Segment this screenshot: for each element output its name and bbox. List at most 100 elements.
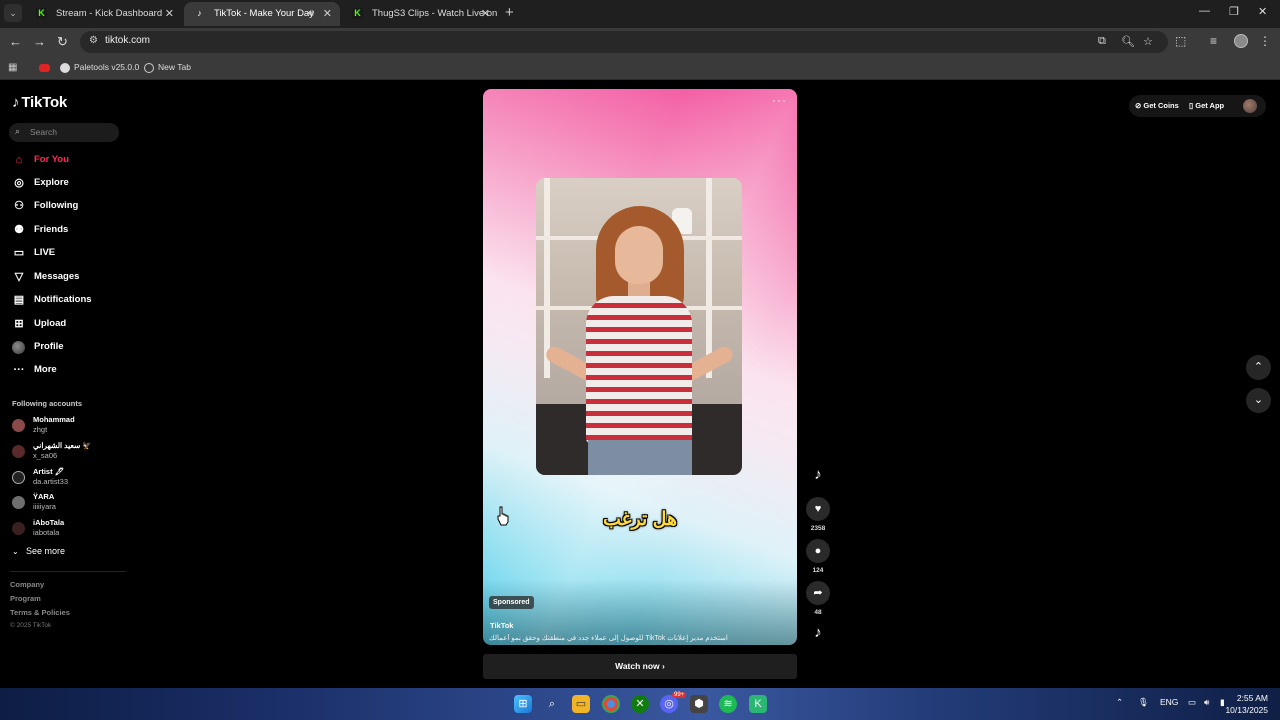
- battery-icon[interactable]: ▮: [1220, 697, 1225, 708]
- tab-tiktok[interactable]: ♪ TikTok - Make Your Day 🔊︎ ✕: [184, 2, 340, 26]
- apps-grid-icon[interactable]: ▦: [8, 62, 17, 73]
- browser-profile-avatar[interactable]: [1234, 34, 1248, 48]
- get-app-button[interactable]: ▯ Get App: [1189, 99, 1224, 113]
- bookmark-star-icon[interactable]: ☆: [1143, 35, 1153, 48]
- previous-video-button[interactable]: ⌃: [1246, 355, 1271, 380]
- site-info-icon[interactable]: ⚙: [89, 35, 98, 46]
- nav-label: Notifications: [34, 294, 92, 305]
- tiktok-page: ♪ TikTok ⌕ Search ⌂ For You ◎ Explore ⚇ Foll…: [0, 81, 1280, 688]
- close-icon[interactable]: ✕: [481, 2, 490, 26]
- chevron-right-icon: ›: [662, 661, 665, 671]
- zoom-icon[interactable]: 🔍︎: [1121, 35, 1135, 48]
- more-icon: ···: [13, 364, 25, 376]
- microphone-icon[interactable]: 🎙︎: [1138, 697, 1149, 708]
- video-more-options-icon[interactable]: ···: [772, 93, 787, 107]
- see-more-label: See more: [26, 546, 66, 556]
- app-cube-icon[interactable]: ⬢: [690, 695, 708, 713]
- following-account[interactable]: iAboTala iabotala: [12, 518, 122, 540]
- comment-button[interactable]: ●: [806, 539, 830, 563]
- nav-label: Profile: [34, 341, 64, 352]
- clock-time: 2:55 AM: [1236, 693, 1268, 703]
- following-account[interactable]: سعيد الشهراني 🦅 x_sa06: [12, 441, 122, 463]
- chrome-icon[interactable]: [602, 695, 620, 713]
- get-coins-button[interactable]: ⊘ Get Coins: [1135, 99, 1179, 113]
- minimize-icon[interactable]: —: [1199, 5, 1210, 17]
- notifications-icon: ▤: [13, 294, 25, 306]
- tiktok-logo[interactable]: ♪ TikTok: [12, 94, 67, 111]
- search-box[interactable]: ⌕ Search: [9, 123, 119, 142]
- windows-taskbar: ⊞ ⌕ ▭ ✕ ◎ 99+ ⬢ ≋ K ⌃ 🎙︎ ENG ▭ 🔊︎ ▮ 2:55…: [0, 688, 1280, 720]
- bookmark-new-tab[interactable]: New Tab: [144, 61, 191, 73]
- speaker-icon[interactable]: 🔊︎: [308, 2, 314, 26]
- search-icon[interactable]: ⌕: [543, 695, 561, 713]
- live-icon: ▭: [13, 247, 25, 259]
- install-app-icon[interactable]: ⧉: [1098, 35, 1106, 48]
- kick-app-icon[interactable]: K: [749, 695, 767, 713]
- creator-avatar-tiktok-icon[interactable]: ♪: [807, 464, 829, 486]
- nav-label: Upload: [34, 318, 67, 329]
- share-button[interactable]: ➦: [806, 581, 830, 605]
- omnibox[interactable]: ⚙ tiktok.com ⧉ 🔍︎ ☆: [80, 31, 1168, 53]
- following-account[interactable]: Artist 🖋 da.artist33: [12, 467, 122, 489]
- xbox-icon[interactable]: ✕: [631, 695, 649, 713]
- like-count: 2358: [810, 525, 826, 532]
- following-account[interactable]: Mohammad zhgt: [12, 415, 122, 437]
- comment-count: 124: [812, 567, 824, 574]
- volume-icon[interactable]: 🔊︎: [1204, 697, 1209, 708]
- watch-now-button[interactable]: Watch now ›: [483, 654, 797, 679]
- following-account[interactable]: ŸARA iiiiiyara: [12, 492, 122, 514]
- tray-overflow-icon[interactable]: ⌃: [1116, 697, 1123, 708]
- person-face: [615, 226, 663, 284]
- account-name: سعيد الشهراني 🦅: [33, 441, 92, 450]
- extensions-icon[interactable]: ⬚: [1175, 34, 1186, 48]
- nav-label: Following: [34, 200, 79, 211]
- reload-icon[interactable]: ↻: [57, 34, 68, 50]
- footer-link-program[interactable]: Program: [10, 594, 41, 603]
- like-button[interactable]: ♥: [806, 497, 830, 521]
- restore-icon[interactable]: ❐: [1229, 5, 1239, 18]
- next-video-button[interactable]: ⌄: [1246, 388, 1271, 413]
- search-icon: ⌕: [15, 126, 21, 136]
- forward-icon[interactable]: →: [33, 34, 46, 50]
- user-avatar[interactable]: [1243, 99, 1257, 113]
- tab-thugs3-clips[interactable]: K ThugS3 Clips - Watch Live on Kick ✕: [342, 2, 498, 26]
- share-count: 48: [814, 609, 822, 616]
- close-window-icon[interactable]: ✕: [1258, 5, 1267, 18]
- see-more-button[interactable]: ⌄ See more: [12, 546, 65, 556]
- file-explorer-icon[interactable]: ▭: [572, 695, 590, 713]
- notification-badge: 99+: [672, 692, 687, 698]
- new-tab-button[interactable]: +: [505, 4, 514, 22]
- close-icon[interactable]: ✕: [165, 2, 174, 26]
- following-accounts-title: Following accounts: [12, 399, 83, 408]
- tab-kick-dashboard[interactable]: K Stream - Kick Dashboard ✕: [26, 2, 182, 26]
- bookmark-paletools[interactable]: Paletools v25.0.0: [60, 61, 139, 73]
- footer-link-company[interactable]: Company: [10, 580, 44, 589]
- video-player[interactable]: ··· هل ترغب Sponsored TikTok استخدم مدير…: [483, 89, 797, 645]
- windows-start-icon[interactable]: ⊞: [514, 695, 532, 713]
- menu-kebab-icon[interactable]: ⋮: [1259, 34, 1271, 48]
- person-striped-shirt: [586, 296, 692, 444]
- account-name: Artist 🖋: [33, 467, 65, 476]
- language-indicator[interactable]: ENG: [1160, 697, 1178, 707]
- footer-link-terms[interactable]: Terms & Policies: [10, 608, 70, 617]
- video-description: استخدم مدير إعلانات TikTok للوصول إلى عم…: [489, 635, 728, 642]
- system-clock[interactable]: 2:55 AM 10/13/2025: [1225, 692, 1268, 716]
- tab-title: Stream - Kick Dashboard: [56, 8, 163, 19]
- network-icon[interactable]: ▭: [1188, 697, 1196, 708]
- bookmark-label: Paletools v25.0.0: [74, 62, 140, 72]
- close-icon[interactable]: ✕: [323, 2, 332, 26]
- nav-label: Messages: [34, 271, 80, 282]
- spotify-icon[interactable]: ≋: [719, 695, 737, 713]
- browser-tab-strip: ⌄ K Stream - Kick Dashboard ✕ ♪ TikTok -…: [0, 0, 1280, 28]
- back-icon[interactable]: ←: [9, 34, 22, 50]
- tab-search-chevron-icon[interactable]: ⌄: [4, 4, 22, 22]
- bookmark-youtube[interactable]: [39, 61, 54, 73]
- friends-icon: ⚉: [14, 224, 24, 236]
- media-controls-icon[interactable]: ≡: [1210, 34, 1217, 48]
- search-input[interactable]: Search: [30, 127, 57, 137]
- video-author[interactable]: TikTok: [490, 621, 513, 630]
- music-disc-tiktok-icon[interactable]: ♪: [807, 622, 829, 644]
- url-text[interactable]: tiktok.com: [105, 35, 150, 46]
- kick-icon: K: [352, 8, 363, 19]
- account-name: Mohammad: [33, 415, 75, 424]
